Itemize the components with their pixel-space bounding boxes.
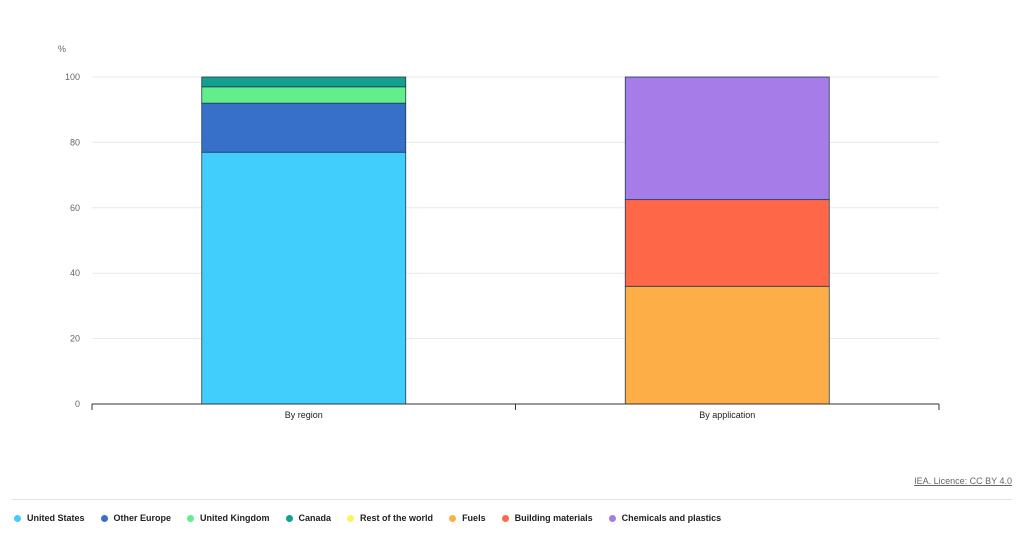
y-tick-label: 80 xyxy=(70,137,80,147)
legend-item[interactable]: Chemicals and plastics xyxy=(608,513,722,523)
legend-item[interactable]: Canada xyxy=(285,513,332,523)
legend: United States Other Europe United Kingdom C… xyxy=(14,513,721,523)
legend-label: Chemicals and plastics xyxy=(621,513,722,523)
legend-item[interactable]: Rest of the world xyxy=(347,513,433,523)
legend-dot-icon xyxy=(285,514,293,522)
legend-item[interactable]: United States xyxy=(14,513,85,523)
y-tick-label: 40 xyxy=(70,268,80,278)
legend-dot-icon xyxy=(187,514,195,522)
y-tick-label: 60 xyxy=(70,203,80,213)
legend-dot-icon xyxy=(14,514,21,522)
legend-label: Rest of the world xyxy=(360,513,434,523)
bar-segment xyxy=(624,76,830,201)
legend-label: Building materials xyxy=(514,513,593,523)
bar-segment xyxy=(201,151,407,405)
y-axis-label: % xyxy=(58,44,66,54)
bar-segment xyxy=(201,76,407,88)
legend-item[interactable]: Other Europe xyxy=(100,513,172,523)
legend-dot-icon xyxy=(347,514,355,522)
bar-segment xyxy=(624,199,830,287)
legend-label: United States xyxy=(27,513,85,523)
legend-dot-icon xyxy=(449,514,457,522)
legend-item[interactable]: Fuels xyxy=(449,513,486,523)
licence-link[interactable]: IEA. Licence: CC BY 4.0 xyxy=(914,476,1012,486)
legend-dot-icon xyxy=(501,514,509,522)
x-tick-label: By region xyxy=(285,410,323,420)
chart: % 0 20 40 60 80 100 By region By application xyxy=(58,44,940,420)
legend-item[interactable]: Building materials xyxy=(501,513,593,523)
legend-dot-icon xyxy=(608,514,616,522)
y-tick-label: 0 xyxy=(75,399,80,409)
legend-label: Canada xyxy=(298,513,332,523)
x-tick-label: By application xyxy=(699,410,755,420)
bar-segment xyxy=(624,285,830,405)
divider xyxy=(12,499,1012,500)
legend-label: Other Europe xyxy=(113,513,172,523)
legend-dot-icon xyxy=(100,514,108,522)
bar-segment xyxy=(201,102,407,153)
y-tick-label: 100 xyxy=(65,72,80,82)
y-tick-label: 20 xyxy=(70,334,80,344)
legend-item[interactable]: United Kingdom xyxy=(187,513,270,523)
bar-segment xyxy=(201,86,407,104)
legend-label: Fuels xyxy=(462,513,486,523)
legend-label: United Kingdom xyxy=(200,513,270,523)
